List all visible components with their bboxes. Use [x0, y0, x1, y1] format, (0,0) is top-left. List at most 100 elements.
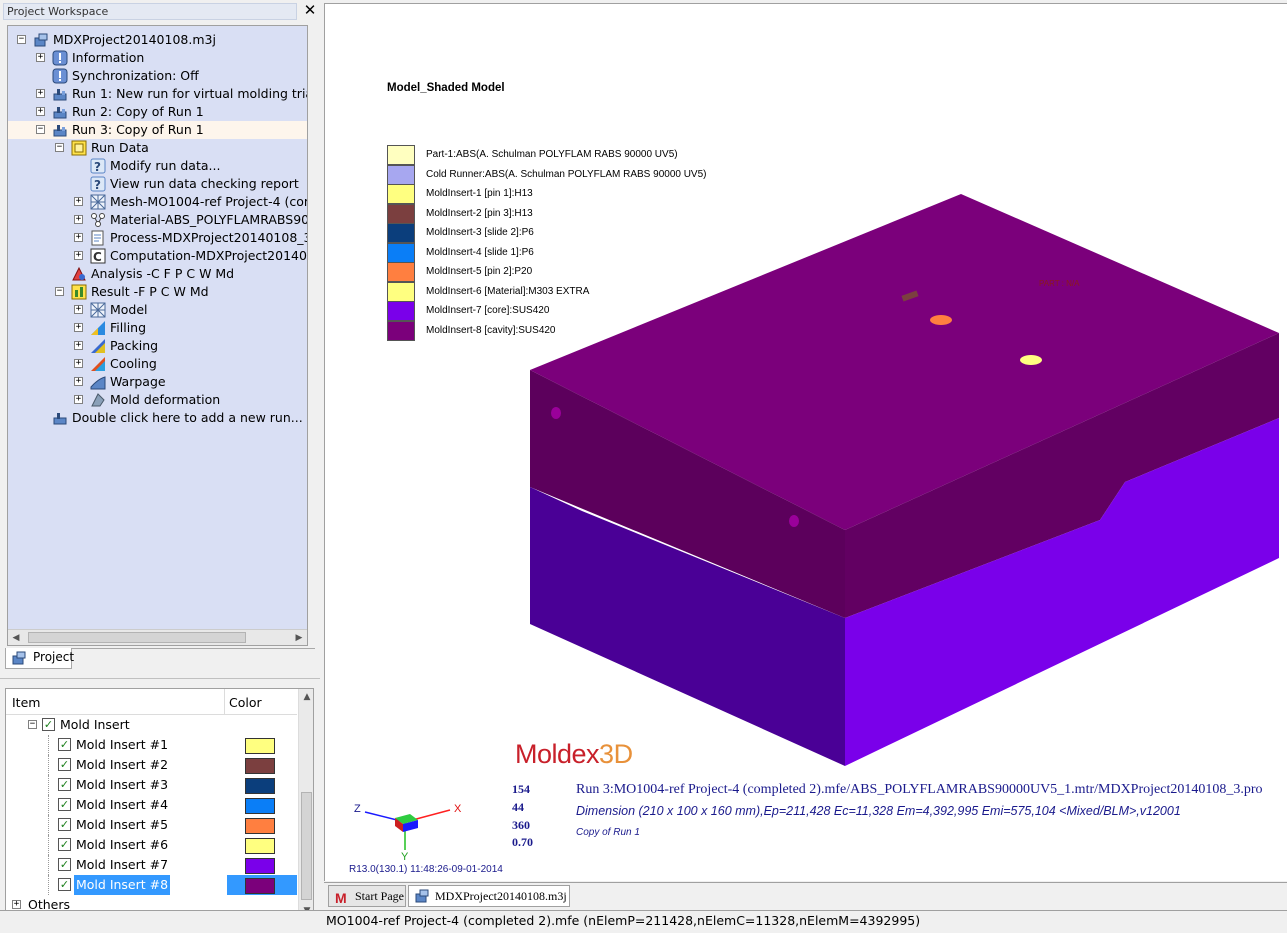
color-swatch[interactable] [245, 738, 275, 754]
pane-divider[interactable] [0, 678, 320, 684]
collapse-icon[interactable]: − [55, 287, 64, 296]
mold-insert-checkbox[interactable]: ✓ [58, 798, 71, 811]
color-swatch[interactable] [245, 838, 275, 854]
version-stamp: R13.0(130.1) 11:48:26-09-01-2014 [349, 864, 503, 875]
color-swatch[interactable] [245, 818, 275, 834]
collapse-icon[interactable]: − [55, 143, 64, 152]
mold-insert-checkbox[interactable]: ✓ [58, 838, 71, 851]
color-swatch[interactable] [245, 878, 275, 894]
color-swatch[interactable] [245, 778, 275, 794]
model-viewport[interactable]: Model_Shaded Model Part-1:ABS(A. Schulma… [324, 3, 1287, 881]
tree-item[interactable]: + Mesh-MO1004-ref Project-4 (comp [8, 193, 307, 211]
tree-item[interactable]: Double click here to add a new run... [8, 409, 307, 427]
vertical-scrollbar[interactable]: ▲ ▼ [298, 689, 313, 919]
close-icon[interactable]: ✕ [302, 3, 318, 20]
expand-icon[interactable]: + [12, 900, 21, 909]
tab-project-file[interactable]: MDXProject20140108.m3j [408, 885, 570, 907]
expand-icon[interactable]: + [36, 89, 45, 98]
mold-insert-checkbox[interactable]: ✓ [58, 758, 71, 771]
legend-label: MoldInsert-8 [cavity]:SUS420 [426, 324, 556, 336]
expand-icon[interactable]: + [74, 341, 83, 350]
scrollbar-thumb[interactable] [301, 792, 312, 900]
collapse-icon[interactable]: − [17, 35, 26, 44]
item-panel-header: Item Color [6, 689, 297, 715]
moldex-m-icon: M [335, 890, 347, 905]
tree-item[interactable]: − Run Data [8, 139, 307, 157]
expand-icon[interactable]: + [74, 359, 83, 368]
tree-item[interactable]: + Mold deformation [8, 391, 307, 409]
mold-insert-row[interactable]: ✓ Mold Insert #4 [6, 795, 297, 815]
mold-insert-group-checkbox[interactable]: ✓ [42, 718, 55, 731]
expand-icon[interactable]: + [36, 107, 45, 116]
tree-item[interactable]: + Packing [8, 337, 307, 355]
tree-item[interactable]: + Warpage [8, 373, 307, 391]
tree-item[interactable]: − Run 3: Copy of Run 1 [8, 121, 307, 139]
tree-item[interactable]: ? Modify run data... [8, 157, 307, 175]
tree-item[interactable]: ? View run data checking report [8, 175, 307, 193]
tree-item[interactable]: − MDXProject20140108.m3j [8, 31, 307, 49]
scroll-right-icon[interactable]: ▶ [291, 630, 307, 645]
expand-icon[interactable]: + [74, 215, 83, 224]
expand-icon[interactable]: + [36, 53, 45, 62]
help-icon: ? [90, 158, 106, 174]
project-tree[interactable]: − MDXProject20140108.m3j + Information Synch… [7, 25, 308, 646]
mold-insert-row[interactable]: ✓ Mold Insert #3 [6, 775, 297, 795]
tree-item[interactable]: − Result -F P C W Md [8, 283, 307, 301]
add-run-icon [53, 413, 67, 425]
tree-item[interactable]: + Cooling [8, 355, 307, 373]
info-icon [52, 50, 68, 66]
tab-start-page[interactable]: M Start Page [328, 885, 406, 907]
tree-item[interactable]: + Run 2: Copy of Run 1 [8, 103, 307, 121]
mold-insert-row[interactable]: ✓ Mold Insert #6 [6, 835, 297, 855]
tree-item[interactable]: Analysis -C F P C W Md [8, 265, 307, 283]
mold-insert-row[interactable]: ✓ Mold Insert #7 [6, 855, 297, 875]
tree-item[interactable]: + Information [8, 49, 307, 67]
legend-label: MoldInsert-1 [pin 1]:H13 [426, 188, 533, 199]
expand-icon[interactable]: + [74, 377, 83, 386]
color-swatch[interactable] [245, 758, 275, 774]
mold-insert-checkbox[interactable]: ✓ [58, 778, 71, 791]
mold-insert-checkbox[interactable]: ✓ [58, 878, 71, 891]
tree-item[interactable]: + Filling [8, 319, 307, 337]
expand-icon[interactable]: + [74, 233, 83, 242]
model-stat: 0.70 [512, 835, 533, 849]
scroll-up-icon[interactable]: ▲ [299, 689, 313, 705]
expand-icon[interactable]: + [74, 323, 83, 332]
expand-icon[interactable]: + [74, 197, 83, 206]
tree-item[interactable]: + Process-MDXProject20140108_3.pr [8, 229, 307, 247]
document-tab-bar: M Start Page MDXProject20140108.m3j [324, 882, 1287, 908]
color-swatch[interactable] [245, 798, 275, 814]
tree-item[interactable]: + Model [8, 301, 307, 319]
scrollbar-thumb[interactable] [28, 632, 246, 643]
mold-3d-model[interactable] [325, 4, 1287, 881]
expand-icon[interactable]: + [74, 395, 83, 404]
tree-item[interactable]: Synchronization: Off [8, 67, 307, 85]
mold-insert-group-row[interactable]: − ✓ Mold Insert [6, 715, 297, 735]
expand-icon[interactable]: + [74, 305, 83, 314]
mold-insert-row[interactable]: ✓ Mold Insert #8 [6, 875, 297, 895]
mold-insert-row[interactable]: ✓ Mold Insert #2 [6, 755, 297, 775]
column-color-header[interactable]: Color [229, 695, 262, 710]
mold-insert-row[interactable]: ✓ Mold Insert #1 [6, 735, 297, 755]
color-swatch[interactable] [245, 858, 275, 874]
scroll-left-icon[interactable]: ◀ [8, 630, 24, 645]
mold-insert-checkbox[interactable]: ✓ [58, 858, 71, 871]
tree-item[interactable]: + Run 1: New run for virtual molding tria… [8, 85, 307, 103]
tree-item-label: Process-MDXProject20140108_3.pr [110, 230, 308, 245]
collapse-icon[interactable]: − [36, 125, 45, 134]
tree-item-label: Result -F P C W Md [91, 284, 209, 299]
column-item-header[interactable]: Item [12, 695, 40, 710]
collapse-icon[interactable]: − [28, 720, 37, 729]
tab-project-file-label: MDXProject20140108.m3j [435, 889, 567, 903]
filling-icon [91, 321, 105, 335]
tree-item[interactable]: + Material-ABS_POLYFLAMRABS9000 [8, 211, 307, 229]
tree-item-label: Analysis -C F P C W Md [91, 266, 235, 281]
tree-item[interactable]: + C Computation-MDXProject2014010 [8, 247, 307, 265]
horizontal-scrollbar[interactable]: ◀ ▶ [8, 629, 307, 645]
expand-icon[interactable]: + [74, 251, 83, 260]
mold-insert-checkbox[interactable]: ✓ [58, 738, 71, 751]
mold-insert-checkbox[interactable]: ✓ [58, 818, 71, 831]
tab-project[interactable]: Project [5, 648, 74, 669]
tree-item-label: Filling [110, 320, 147, 335]
mold-insert-row[interactable]: ✓ Mold Insert #5 [6, 815, 297, 835]
